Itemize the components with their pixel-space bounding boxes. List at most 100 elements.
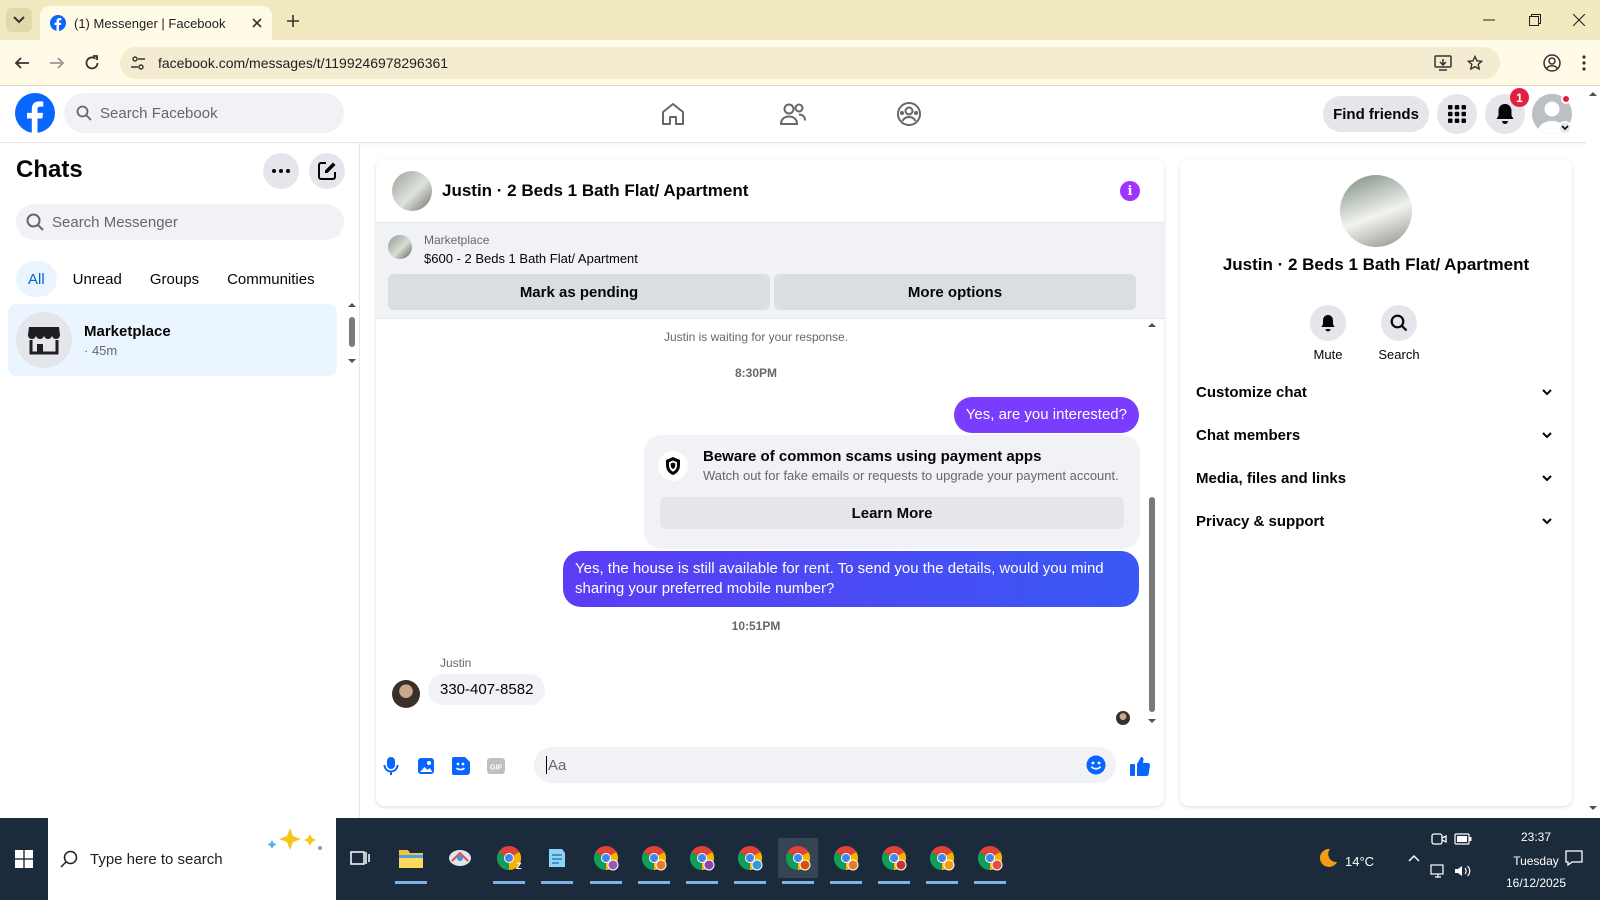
close-icon	[1573, 14, 1585, 26]
chrome-profile-5-icon[interactable]	[826, 838, 866, 884]
emoji-icon[interactable]	[1086, 755, 1106, 775]
close-window-button[interactable]	[1556, 0, 1600, 40]
gif-icon[interactable]: GIF	[484, 754, 508, 778]
close-tab-icon[interactable]	[252, 18, 262, 28]
chats-options-button[interactable]	[263, 153, 299, 189]
app-icon-2[interactable]	[440, 838, 480, 878]
listing-source-label: Marketplace	[424, 233, 490, 247]
chrome-profile-8-icon[interactable]	[970, 838, 1010, 884]
chat-list-item-marketplace[interactable]: Marketplace · 45m	[8, 304, 337, 376]
site-info-icon[interactable]	[130, 55, 146, 71]
learn-more-button[interactable]: Learn More	[660, 497, 1124, 529]
chat-members-section[interactable]: Chat members	[1196, 417, 1556, 453]
groups-icon	[897, 102, 921, 126]
taskbar-search-input[interactable]: Type here to search	[48, 818, 336, 900]
nav-home-button[interactable]	[657, 98, 689, 130]
account-chevron-icon[interactable]	[1558, 121, 1572, 135]
chrome-profile-3-icon[interactable]	[682, 838, 722, 884]
restore-button[interactable]	[1512, 0, 1558, 40]
network-icon[interactable]	[1428, 860, 1450, 882]
outgoing-message-1[interactable]: Yes, are you interested?	[953, 397, 1139, 433]
nav-groups-button[interactable]	[893, 98, 925, 130]
chevron-down-icon	[1542, 388, 1552, 395]
sender-avatar[interactable]	[392, 680, 420, 708]
filter-communities[interactable]: Communities	[215, 261, 327, 297]
notepad-icon[interactable]	[537, 838, 577, 884]
browser-menu-button[interactable]	[1572, 51, 1596, 75]
nav-friends-button[interactable]	[777, 98, 809, 130]
back-button[interactable]	[10, 51, 34, 75]
listing-thumbnail[interactable]	[388, 235, 412, 259]
file-explorer-icon[interactable]	[391, 838, 431, 884]
sticker-icon[interactable]	[449, 754, 473, 778]
more-options-button[interactable]: More options	[774, 274, 1136, 310]
volume-icon[interactable]	[1452, 860, 1474, 882]
mark-as-pending-button[interactable]: Mark as pending	[388, 274, 770, 310]
reload-button[interactable]	[80, 51, 104, 75]
customize-chat-section[interactable]: Customize chat	[1196, 374, 1556, 410]
chrome-profile-z-icon[interactable]: Z	[489, 838, 529, 884]
task-view-icon[interactable]	[340, 838, 380, 878]
address-bar[interactable]: facebook.com/messages/t/1199246978296361	[120, 47, 1500, 79]
facebook-search-placeholder: Search Facebook	[100, 104, 218, 122]
filter-all[interactable]: All	[16, 261, 57, 297]
conversation-info-icon[interactable]: i	[1120, 181, 1140, 201]
filter-unread[interactable]: Unread	[61, 261, 134, 297]
new-tab-button[interactable]	[282, 10, 304, 32]
outgoing-message-2[interactable]: Yes, the house is still available for re…	[563, 551, 1139, 607]
chrome-profile-4-icon[interactable]	[730, 838, 770, 884]
meet-now-icon[interactable]	[1428, 828, 1450, 850]
home-icon	[662, 103, 684, 125]
tab-search-button[interactable]	[6, 8, 32, 32]
facebook-logo-icon[interactable]	[15, 93, 55, 133]
privacy-support-section[interactable]: Privacy & support	[1196, 503, 1556, 539]
conversation-title[interactable]: Justin · 2 Beds 1 Bath Flat/ Apartment	[442, 181, 748, 201]
chrome-profile-1-icon[interactable]	[586, 838, 626, 884]
arrow-left-icon	[14, 57, 29, 69]
chrome-profile-7-icon[interactable]	[922, 838, 962, 884]
start-button[interactable]	[0, 818, 48, 900]
page-scrollbar[interactable]	[1586, 86, 1600, 818]
battery-icon[interactable]	[1452, 828, 1474, 850]
listing-title[interactable]: $600 - 2 Beds 1 Bath Flat/ Apartment	[424, 251, 638, 266]
timestamp-2: 10:51PM	[731, 619, 781, 633]
voice-clip-icon[interactable]	[379, 754, 403, 778]
chrome-profile-active-icon[interactable]	[778, 838, 818, 884]
action-center-icon[interactable]	[1560, 838, 1588, 878]
chat-list-scrollbar[interactable]	[348, 301, 356, 367]
chat-name: Marketplace	[84, 322, 171, 340]
media-files-links-section[interactable]: Media, files and links	[1196, 460, 1556, 496]
chrome-profile-6-icon[interactable]	[874, 838, 914, 884]
menu-grid-button[interactable]	[1437, 94, 1477, 134]
svg-text:Z: Z	[516, 861, 522, 871]
bookmark-star-icon[interactable]	[1464, 52, 1486, 74]
facebook-search-input[interactable]: Search Facebook	[64, 93, 344, 133]
photo-attach-icon[interactable]	[414, 754, 438, 778]
info-panel-avatar[interactable]	[1340, 175, 1412, 247]
install-app-icon[interactable]	[1432, 52, 1454, 74]
conversation-info-panel: Justin · 2 Beds 1 Bath Flat/ Apartment M…	[1180, 159, 1572, 806]
messenger-search-input[interactable]: Search Messenger	[16, 204, 344, 240]
new-message-button[interactable]	[309, 153, 345, 189]
more-horizontal-icon	[272, 169, 290, 173]
forward-button[interactable]	[45, 51, 69, 75]
clock-date[interactable]: 16/12/2025	[1494, 876, 1578, 890]
scam-warning-card: Beware of common scams using payment app…	[644, 435, 1140, 549]
reload-icon	[85, 55, 99, 70]
filter-groups[interactable]: Groups	[138, 261, 211, 297]
incoming-message-1[interactable]: 330-407-8582	[428, 674, 546, 705]
chrome-profile-2-icon[interactable]	[634, 838, 674, 884]
minimize-button[interactable]	[1466, 0, 1512, 40]
like-thumb-icon[interactable]	[1128, 754, 1152, 778]
message-input[interactable]: Aa	[534, 747, 1116, 783]
browser-tab-messenger[interactable]: (1) Messenger | Facebook	[40, 6, 272, 40]
show-hidden-icons-icon[interactable]	[1402, 838, 1426, 878]
find-friends-button[interactable]: Find friends	[1323, 96, 1429, 132]
search-in-conversation-button[interactable]: Search	[1369, 305, 1429, 362]
profile-button[interactable]	[1540, 51, 1564, 75]
mute-button[interactable]: Mute	[1298, 305, 1358, 362]
conversation-avatar[interactable]	[392, 170, 432, 211]
weather-moon-icon[interactable]	[1314, 838, 1340, 878]
conversation-scrollbar[interactable]	[1146, 321, 1158, 731]
weather-temperature[interactable]: 14°C	[1345, 854, 1374, 869]
